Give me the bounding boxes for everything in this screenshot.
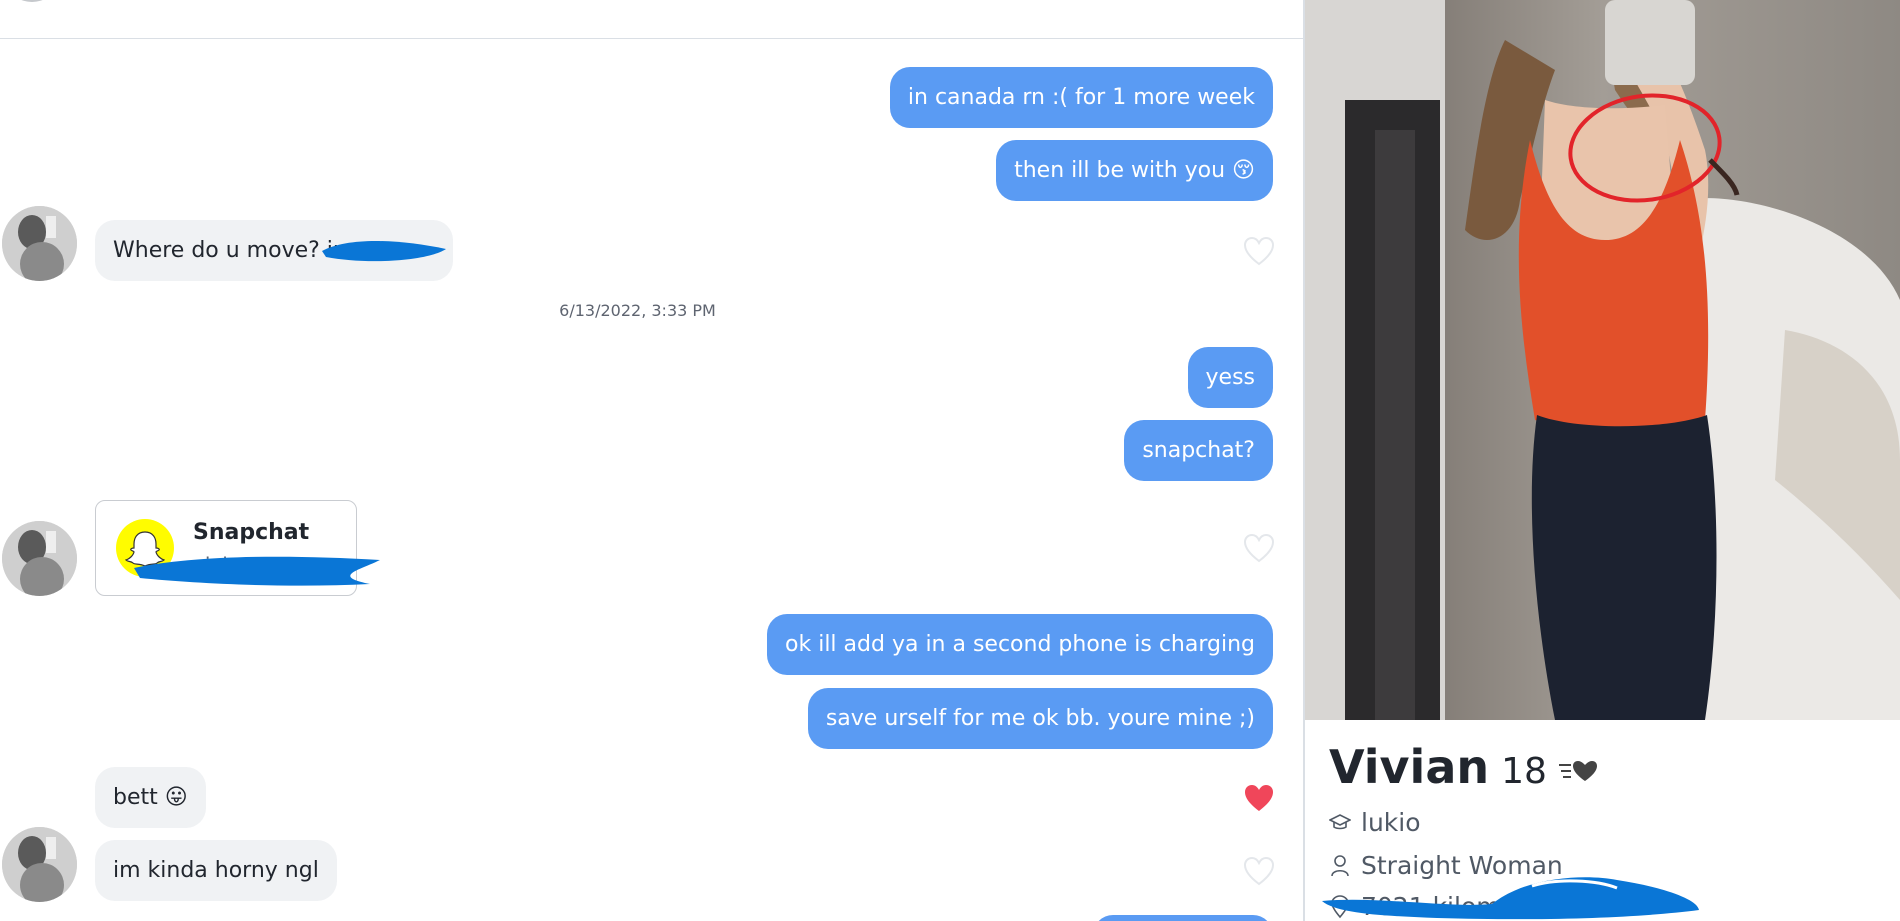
profile-name: Vivian: [1329, 740, 1490, 794]
message-incoming[interactable]: bett 😛: [95, 767, 206, 828]
heart-icon[interactable]: [1243, 533, 1275, 565]
profile-photo-image: [1305, 0, 1900, 720]
message-outgoing[interactable]: in canada rn :( for 1 more week: [889, 67, 1273, 128]
message-outgoing[interactable]: then ill be with you 😚: [996, 140, 1273, 201]
profile-school: lukio: [1329, 808, 1421, 837]
message-text: snapchat?: [1142, 438, 1255, 463]
verified-badge-icon: [1558, 761, 1597, 781]
message-text: yess: [1205, 365, 1255, 390]
message-outgoing[interactable]: save urself for me ok bb. youre mine ;): [807, 688, 1273, 749]
redaction-scribble: [322, 241, 446, 262]
redaction-scribble: [134, 556, 380, 586]
timestamp: 6/13/2022, 3:33 PM: [559, 301, 716, 320]
match-avatar[interactable]: [2, 206, 77, 281]
heart-icon[interactable]: [1243, 856, 1275, 888]
snapchat-title: Snapchat: [193, 520, 310, 545]
app-window: in canada rn :( for 1 more week then ill…: [0, 0, 1900, 921]
avatar-photo: [2, 827, 77, 902]
chat-header: [0, 0, 1303, 39]
graduation-cap-icon: [1329, 813, 1351, 829]
profile-photo[interactable]: [1305, 0, 1900, 720]
profile-age: 18: [1501, 751, 1547, 792]
message-text: bett 😛: [113, 785, 188, 810]
profile-panel: Vivian 18 lukio Straight Woman: [1305, 0, 1900, 921]
message-text: im kinda horny ngl: [113, 858, 319, 883]
match-avatar[interactable]: [2, 521, 77, 596]
match-avatar[interactable]: [2, 827, 77, 902]
profile-school-text: lukio: [1361, 808, 1421, 837]
liked-heart-icon[interactable]: [1243, 783, 1275, 815]
profile-name-row: Vivian 18: [1329, 740, 1597, 800]
message-incoming[interactable]: im kinda horny ngl: [95, 840, 337, 901]
header-avatar[interactable]: [10, 0, 54, 2]
message-outgoing[interactable]: snapchat?: [1124, 420, 1273, 481]
avatar-photo: [2, 206, 77, 281]
heart-icon[interactable]: [1243, 236, 1275, 268]
message-text: in canada rn :( for 1 more week: [907, 85, 1255, 110]
message-outgoing[interactable]: ok ill add ya in a second phone is charg…: [767, 614, 1273, 675]
message-outgoing[interactable]: yess: [1187, 347, 1273, 408]
message-text: then ill be with you 😚: [1014, 158, 1255, 183]
avatar-photo: [2, 521, 77, 596]
message-text: save urself for me ok bb. youre mine ;): [825, 706, 1255, 731]
message-text: Where do u move? in: [113, 238, 347, 263]
message-outgoing-partial[interactable]: [1093, 915, 1273, 921]
redaction-scribble: [1322, 877, 1699, 920]
chat-panel: in canada rn :( for 1 more week then ill…: [0, 0, 1303, 921]
message-text: ok ill add ya in a second phone is charg…: [785, 632, 1255, 657]
